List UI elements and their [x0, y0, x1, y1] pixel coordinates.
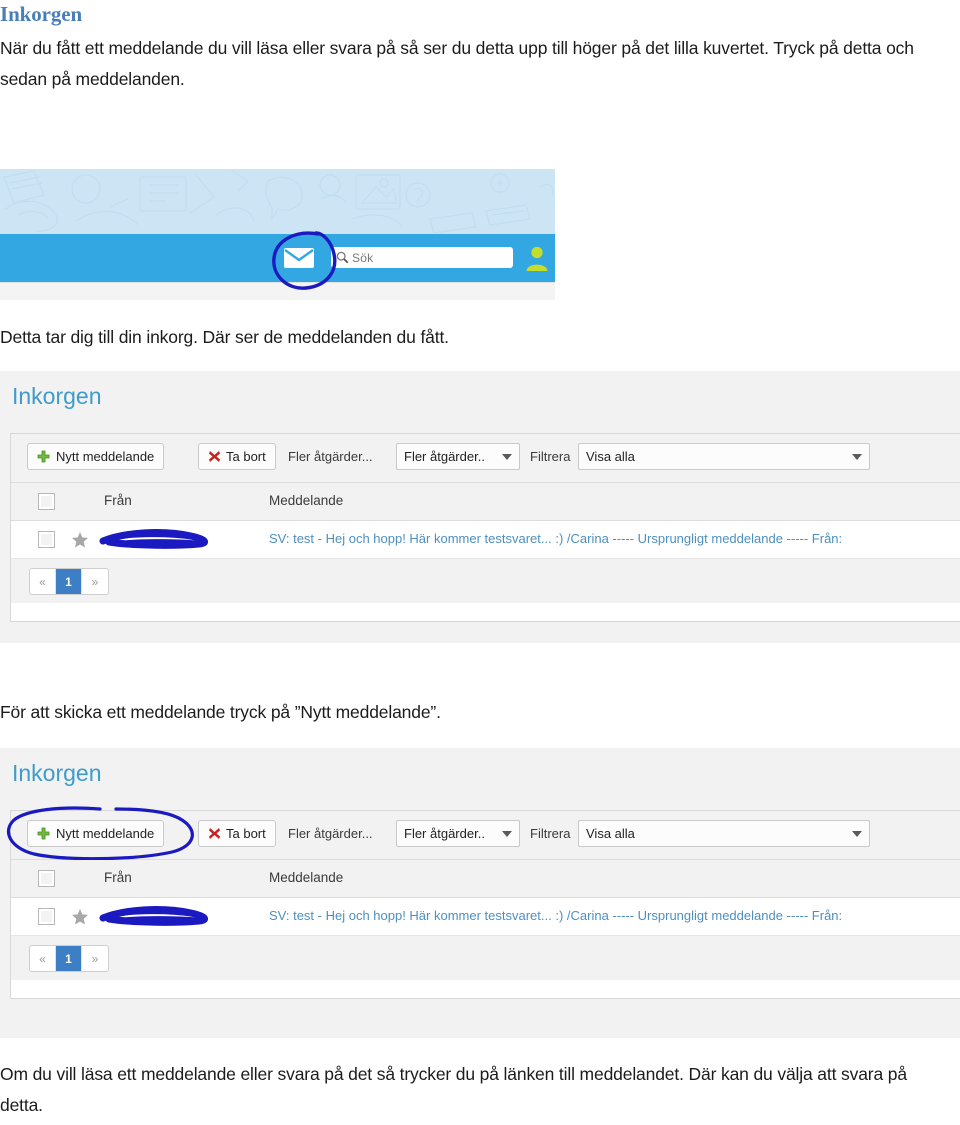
banner-doodle-pattern [3, 170, 554, 234]
table-header-row: Från Meddelande [11, 483, 960, 521]
screenshot-header-banner: Sök [0, 169, 555, 300]
search-input[interactable]: Sök [331, 247, 513, 268]
delete-button[interactable]: Ta bort [198, 443, 276, 470]
plus-icon [37, 827, 50, 840]
select-all-checkbox[interactable] [38, 870, 55, 887]
plus-icon [37, 450, 50, 463]
more-actions-select[interactable]: Fler åtgärder.. [396, 820, 520, 847]
inbox-heading: Inkorgen [12, 383, 102, 409]
chevron-down-icon [502, 453, 512, 460]
message-subject-link[interactable]: SV: test - Hej och hopp! Här kommer test… [269, 531, 842, 546]
star-icon[interactable] [71, 531, 89, 549]
delete-button-label: Ta bort [226, 449, 266, 464]
page-title: Inkorgen [0, 2, 83, 26]
red-x-icon [209, 828, 220, 839]
inbox-heading: Inkorgen [12, 760, 102, 786]
search-placeholder-text: Sök [352, 250, 374, 265]
paragraph-intro: När du fått ett meddelande du vill läsa … [0, 38, 914, 89]
new-message-button[interactable]: Nytt meddelande [27, 443, 165, 470]
sender-name-redacted [99, 529, 209, 549]
column-header-from: Från [104, 493, 132, 508]
envelope-icon[interactable] [283, 246, 315, 270]
new-message-button-label: Nytt meddelande [56, 449, 155, 464]
star-icon[interactable] [71, 908, 89, 926]
more-actions-select-value: Fler åtgärder.. [404, 449, 485, 464]
table-header-row: Från Meddelande [11, 860, 960, 898]
message-subject-link[interactable]: SV: test - Hej och hopp! Här kommer test… [269, 908, 842, 923]
pagination-prev[interactable]: « [30, 569, 56, 594]
more-actions-label: Fler åtgärder... [288, 449, 373, 464]
chevron-down-icon [852, 453, 862, 460]
column-header-message: Meddelande [269, 870, 344, 885]
column-header-message: Meddelande [269, 493, 344, 508]
row-checkbox[interactable] [38, 531, 55, 548]
paragraph-inkorg: Detta tar dig till din inkorg. Där ser d… [0, 327, 449, 347]
table-row[interactable]: SV: test - Hej och hopp! Här kommer test… [11, 898, 960, 936]
inbox-panel: Nytt meddelande Ta bort Fler åtgärder...… [10, 433, 960, 622]
pagination: « 1 » [29, 945, 109, 972]
search-icon [336, 251, 349, 264]
pagination-bar: « 1 » [11, 559, 960, 603]
chevron-down-icon [852, 830, 862, 837]
pagination-next[interactable]: » [82, 569, 108, 594]
more-actions-label: Fler åtgärder... [288, 826, 373, 841]
pagination-bar: « 1 » [11, 936, 960, 980]
chevron-down-icon [502, 830, 512, 837]
paragraph-lasa: Om du vill läsa ett meddelande eller sva… [0, 1064, 907, 1115]
filter-select[interactable]: Visa alla [578, 820, 870, 847]
new-message-button-label: Nytt meddelande [56, 826, 155, 841]
new-message-button[interactable]: Nytt meddelande [27, 820, 165, 847]
panel-footer-spacer [11, 980, 960, 998]
more-actions-select[interactable]: Fler åtgärder.. [396, 443, 520, 470]
delete-button-label: Ta bort [226, 826, 266, 841]
filter-label: Filtrera [530, 826, 571, 841]
column-header-from: Från [104, 870, 132, 885]
filter-select-value: Visa alla [586, 826, 635, 841]
delete-button[interactable]: Ta bort [198, 820, 276, 847]
inbox-toolbar: Nytt meddelande Ta bort Fler åtgärder...… [11, 434, 960, 483]
banner-top-band [0, 169, 555, 234]
banner-page-body [0, 282, 555, 300]
filter-select-value: Visa alla [586, 449, 635, 464]
paragraph-skicka: För att skicka ett meddelande tryck på ”… [0, 702, 441, 722]
panel-footer-spacer [11, 603, 960, 621]
screenshot-inbox-plain: Inkorgen Nytt meddelande Ta bort Fler åt… [0, 371, 960, 643]
table-row[interactable]: SV: test - Hej och hopp! Här kommer test… [11, 521, 960, 559]
sender-name-redacted [99, 906, 209, 926]
pagination: « 1 » [29, 568, 109, 595]
filter-label: Filtrera [530, 449, 571, 464]
row-checkbox[interactable] [38, 908, 55, 925]
pagination-page-1[interactable]: 1 [56, 569, 82, 594]
pagination-next[interactable]: » [82, 946, 108, 971]
select-all-checkbox[interactable] [38, 493, 55, 510]
screenshot-inbox-annotated: Inkorgen Nytt meddelande Ta bort Fler åt… [0, 748, 960, 1038]
inbox-toolbar: Nytt meddelande Ta bort Fler åtgärder...… [11, 811, 960, 860]
pagination-prev[interactable]: « [30, 946, 56, 971]
user-avatar-icon[interactable] [525, 245, 549, 271]
red-x-icon [209, 451, 220, 462]
more-actions-select-value: Fler åtgärder.. [404, 826, 485, 841]
inbox-panel: Nytt meddelande Ta bort Fler åtgärder...… [10, 810, 960, 999]
filter-select[interactable]: Visa alla [578, 443, 870, 470]
pagination-page-1[interactable]: 1 [56, 946, 82, 971]
